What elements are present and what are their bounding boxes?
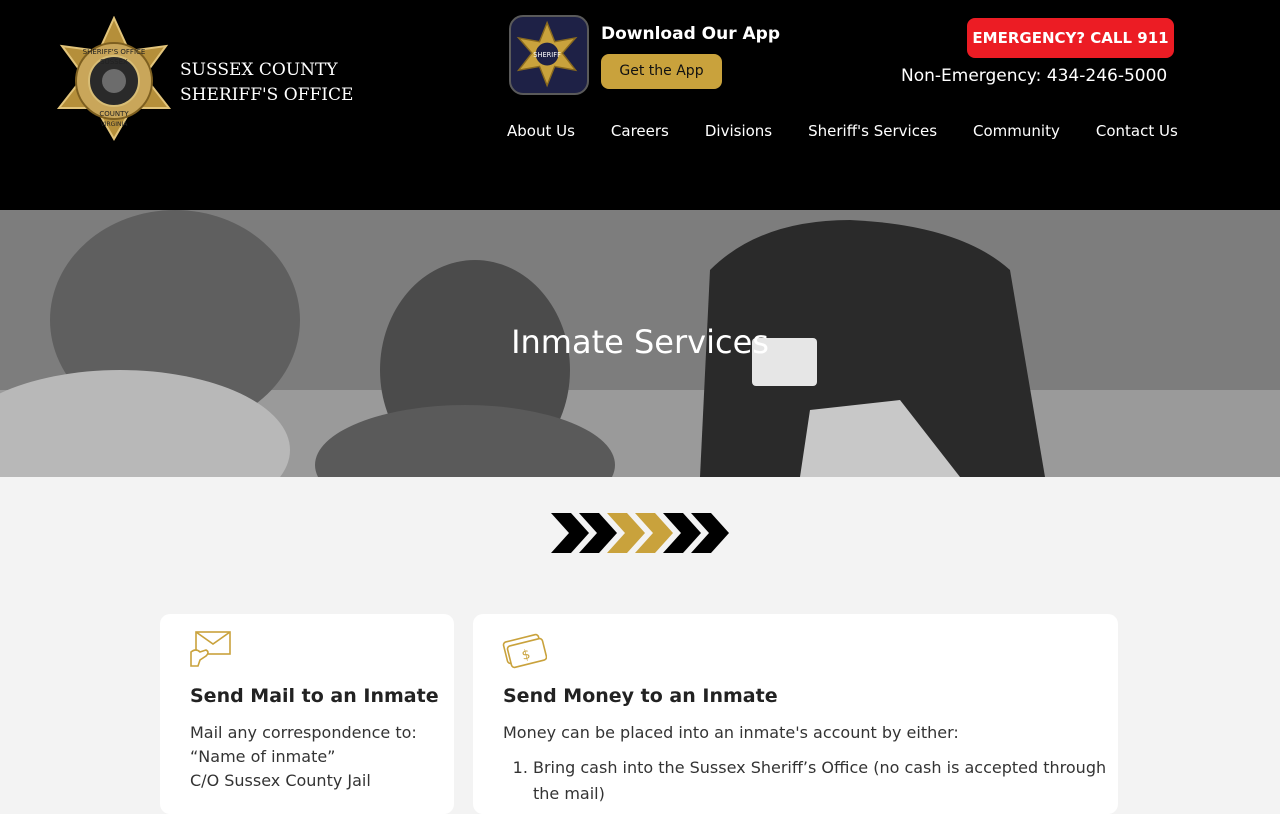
site-header: SHERIFF'S OFFICE SUSSEX COUNTY VIRGINIA … — [0, 0, 1280, 210]
mail-line: Mail any correspondence to: — [190, 723, 417, 742]
money-method-list: Bring cash into the Sussex Sheriff’s Off… — [503, 755, 1118, 807]
badge-text-virginia: VIRGINIA — [101, 121, 129, 128]
page-title: Inmate Services — [511, 323, 769, 361]
org-name[interactable]: SUSSEX COUNTY SHERIFF'S OFFICE — [180, 58, 353, 108]
badge-text-county: COUNTY — [99, 110, 129, 118]
money-intro: Money can be placed into an inmate's acc… — [503, 723, 959, 742]
org-name-line1: SUSSEX COUNTY — [180, 60, 338, 80]
non-emergency-phone[interactable]: Non-Emergency: 434-246-5000 — [901, 66, 1167, 86]
emergency-button[interactable]: EMERGENCY? CALL 911 — [967, 18, 1174, 58]
chevron-shape — [551, 513, 589, 553]
get-app-button[interactable]: Get the App — [601, 54, 722, 89]
sheriff-badge-icon[interactable]: SHERIFF'S OFFICE SUSSEX COUNTY VIRGINIA — [52, 16, 177, 141]
money-icon: $ — [502, 633, 547, 669]
nav-contact-us[interactable]: Contact Us — [1096, 122, 1178, 140]
envelope-hand-icon — [190, 631, 231, 667]
nav-careers[interactable]: Careers — [611, 122, 669, 140]
mail-line: C/O Sussex County Jail — [190, 771, 371, 790]
badge-text-office: SHERIFF'S OFFICE — [83, 48, 146, 56]
nav-community[interactable]: Community — [973, 122, 1060, 140]
card-money-title: Send Money to an Inmate — [503, 685, 778, 707]
mail-line: “Name of inmate” — [190, 747, 336, 766]
app-title: Download Our App — [601, 24, 781, 44]
app-icon-text: SHERIFF — [533, 51, 561, 59]
badge-text-sussex: SUSSEX — [100, 58, 128, 66]
org-name-line2: SHERIFF'S OFFICE — [180, 85, 354, 105]
chevron-divider-icon — [551, 513, 729, 553]
nav-divisions[interactable]: Divisions — [705, 122, 772, 140]
money-method-item: Bring cash into the Sussex Sheriff’s Off… — [533, 755, 1118, 807]
app-icon[interactable]: SHERIFF — [509, 15, 589, 95]
main-nav: About Us Careers Divisions Sheriff's Ser… — [507, 122, 1178, 140]
sheriff-star-icon: SHERIFF — [516, 20, 578, 88]
card-send-mail: Send Mail to an Inmate Mail any correspo… — [160, 614, 454, 814]
nav-sheriffs-services[interactable]: Sheriff's Services — [808, 122, 937, 140]
nav-about-us[interactable]: About Us — [507, 122, 575, 140]
card-mail-title: Send Mail to an Inmate — [190, 685, 439, 707]
card-send-money: $ Send Money to an Inmate Money can be p… — [473, 614, 1118, 814]
card-money-body: Money can be placed into an inmate's acc… — [503, 721, 1118, 807]
hero-banner: Inmate Services — [0, 210, 1280, 477]
card-mail-body: Mail any correspondence to: “Name of inm… — [190, 721, 417, 793]
